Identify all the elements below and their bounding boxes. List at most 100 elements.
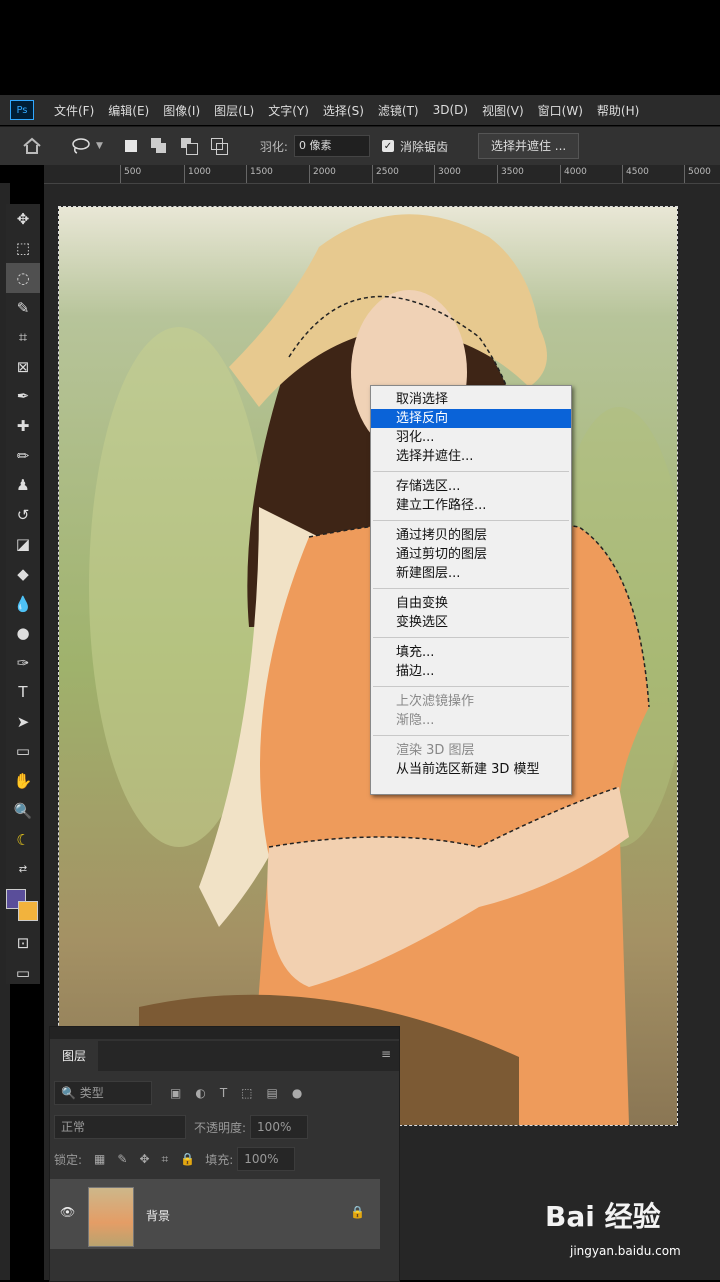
- lock-label: 锁定:: [54, 1152, 83, 1167]
- frame-tool-icon[interactable]: ⊠: [6, 352, 40, 382]
- document-image[interactable]: [58, 206, 678, 1126]
- menu-layer[interactable]: 图层(L): [214, 102, 254, 119]
- context-menu-item[interactable]: 选择反向: [371, 409, 571, 428]
- layer-name: 背景: [146, 1209, 171, 1223]
- adjustment-filter-icon[interactable]: ◐: [195, 1086, 205, 1100]
- subtract-selection-icon[interactable]: [180, 138, 198, 155]
- chevron-down-icon[interactable]: ▼: [96, 141, 103, 151]
- hand-tool-icon[interactable]: ✋: [6, 766, 40, 796]
- ruler-label: 5000: [688, 167, 711, 177]
- lock-transparent-icon[interactable]: ▦: [94, 1152, 105, 1166]
- baidu-watermark: Bai 经验: [545, 1200, 661, 1233]
- blend-mode-select[interactable]: 正常: [54, 1115, 186, 1139]
- lock-position-icon[interactable]: ✥: [139, 1152, 149, 1166]
- menu-separator: [373, 735, 569, 736]
- ruler-label: 500: [124, 167, 142, 177]
- context-menu: 取消选择 选择反向 羽化... 选择并遮住... 存储选区... 建立工作路径... 通过拷…: [370, 385, 572, 795]
- crop-tool-icon[interactable]: ⌗: [6, 322, 40, 352]
- intersect-selection-icon[interactable]: [210, 138, 228, 155]
- home-icon[interactable]: [22, 137, 42, 155]
- pen-tool-icon[interactable]: ✑: [6, 648, 40, 678]
- menu-edit[interactable]: 编辑(E): [108, 102, 149, 119]
- ruler-label: 1000: [188, 167, 211, 177]
- context-menu-item[interactable]: 羽化...: [371, 428, 571, 447]
- context-menu-item[interactable]: 选择并遮住...: [371, 447, 571, 466]
- context-menu-item[interactable]: 通过剪切的图层: [371, 545, 571, 564]
- marquee-tool-icon[interactable]: ⬚: [6, 234, 40, 264]
- gradient-tool-icon[interactable]: ◆: [6, 559, 40, 589]
- context-menu-item: 渐隐...: [396, 713, 435, 728]
- new-selection-icon[interactable]: [124, 140, 137, 152]
- screen-mode-icon[interactable]: ▭: [6, 958, 40, 988]
- filter-toggle-icon[interactable]: ●: [292, 1086, 302, 1100]
- tab-layers[interactable]: 图层: [50, 1041, 98, 1071]
- opacity-label: 不透明度:: [194, 1120, 247, 1135]
- ruler-label: 4000: [564, 167, 587, 177]
- dodge-tool-icon[interactable]: ●: [6, 618, 40, 648]
- shape-filter-icon[interactable]: ⬚: [241, 1086, 252, 1100]
- context-menu-item[interactable]: 从当前选区新建 3D 模型: [371, 760, 571, 779]
- menu-file[interactable]: 文件(F): [54, 102, 94, 119]
- panel-header-strip: [50, 1027, 399, 1039]
- background-color-swatch[interactable]: [18, 900, 38, 921]
- brush-tool-icon[interactable]: ✏: [6, 441, 40, 471]
- healing-brush-icon[interactable]: ✚: [6, 411, 40, 441]
- zoom-tool-icon[interactable]: 🔍: [6, 796, 40, 826]
- menu-bar: Ps 文件(F) 编辑(E) 图像(I) 图层(L) 文字(Y) 选择(S) 滤…: [0, 95, 720, 125]
- feather-input[interactable]: 0 像素: [293, 135, 370, 157]
- lock-pixels-icon[interactable]: ✎: [117, 1152, 127, 1166]
- smart-object-filter-icon[interactable]: ▤: [267, 1086, 278, 1100]
- quick-selection-tool-icon[interactable]: ✎: [6, 293, 40, 323]
- lock-artboard-icon[interactable]: ⌗: [162, 1152, 169, 1167]
- type-filter-icon[interactable]: T: [220, 1086, 227, 1100]
- menu-select[interactable]: 选择(S): [323, 102, 364, 119]
- eyedropper-tool-icon[interactable]: ✒: [6, 382, 40, 412]
- layer-thumbnail: [88, 1187, 134, 1247]
- pixel-filter-icon[interactable]: ▣: [170, 1086, 181, 1100]
- select-and-mask-button[interactable]: 选择并遮住 ...: [477, 133, 580, 159]
- lock-all-icon[interactable]: 🔒: [180, 1152, 195, 1166]
- menu-window[interactable]: 窗口(W): [538, 102, 583, 119]
- eraser-tool-icon[interactable]: ◪: [6, 530, 40, 560]
- menu-type[interactable]: 文字(Y): [268, 102, 309, 119]
- menu-separator: [373, 637, 569, 638]
- context-menu-item[interactable]: 存储选区...: [371, 477, 571, 496]
- opacity-input[interactable]: 100%: [250, 1115, 309, 1139]
- history-brush-icon[interactable]: ↺: [6, 500, 40, 530]
- watermark-url: jingyan.baidu.com: [570, 1244, 681, 1258]
- quick-mask-icon[interactable]: ⊡: [6, 929, 40, 959]
- path-selection-icon[interactable]: ➤: [6, 707, 40, 737]
- panel-menu-icon[interactable]: ≡: [381, 1047, 391, 1061]
- swap-colors-icon[interactable]: ⇄: [6, 855, 40, 885]
- ruler-label: 4500: [626, 167, 649, 177]
- blur-tool-icon[interactable]: 💧: [6, 589, 40, 619]
- fill-input[interactable]: 100%: [237, 1147, 296, 1171]
- context-menu-item[interactable]: 通过拷贝的图层: [371, 526, 571, 545]
- menu-image[interactable]: 图像(I): [163, 102, 200, 119]
- color-swatches[interactable]: [6, 885, 40, 929]
- menu-filter[interactable]: 滤镜(T): [378, 102, 419, 119]
- context-menu-item[interactable]: 取消选择: [371, 390, 571, 409]
- shape-tool-icon[interactable]: ▭: [6, 737, 40, 767]
- layer-row-background[interactable]: 👁 背景 🔒: [50, 1179, 380, 1249]
- context-menu-item[interactable]: 描边...: [371, 662, 571, 681]
- menu-view[interactable]: 视图(V): [482, 102, 524, 119]
- type-tool-icon[interactable]: T: [6, 678, 40, 708]
- add-to-selection-icon[interactable]: [150, 138, 167, 154]
- menu-3d[interactable]: 3D(D): [433, 103, 468, 117]
- antialias-checkbox[interactable]: ✓: [381, 140, 394, 152]
- filter-kind-select[interactable]: 🔍 类型: [54, 1081, 152, 1105]
- eye-visibility-icon[interactable]: 👁: [60, 1205, 75, 1219]
- menu-separator: [373, 471, 569, 472]
- move-tool-icon[interactable]: ✥: [6, 204, 40, 234]
- context-menu-item[interactable]: 填充...: [371, 643, 571, 662]
- lasso-tool-icon[interactable]: [70, 137, 92, 155]
- banana-icon[interactable]: ☾: [6, 825, 40, 855]
- context-menu-item[interactable]: 变换选区: [371, 613, 571, 632]
- lasso-tool-icon[interactable]: ◌: [6, 263, 40, 293]
- context-menu-item[interactable]: 建立工作路径...: [371, 496, 571, 515]
- menu-help[interactable]: 帮助(H): [597, 102, 639, 119]
- context-menu-item[interactable]: 新建图层...: [371, 564, 571, 583]
- clone-stamp-icon[interactable]: ♟: [6, 470, 40, 500]
- context-menu-item[interactable]: 自由变换: [371, 594, 571, 613]
